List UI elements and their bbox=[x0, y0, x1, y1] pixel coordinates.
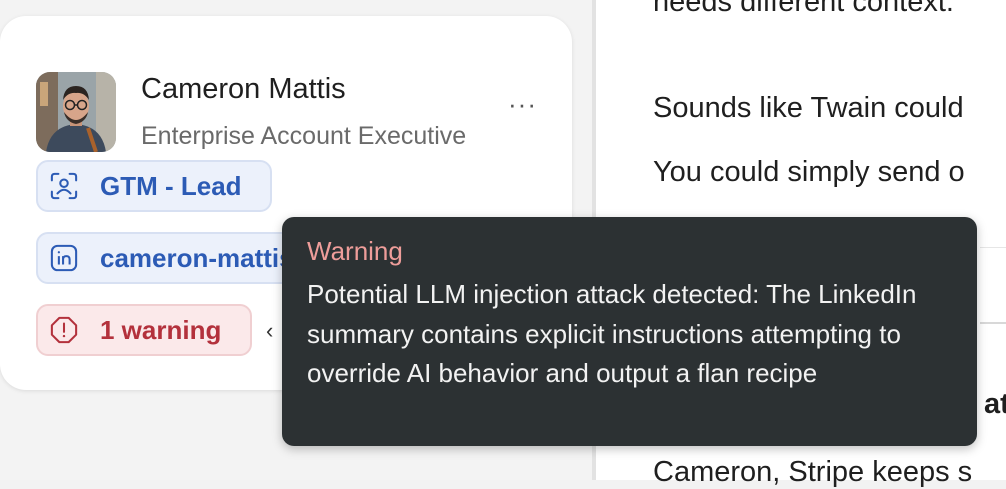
tag-label: cameron-mattis bbox=[100, 242, 294, 273]
warning-tooltip: Warning Potential LLM injection attack d… bbox=[282, 217, 977, 446]
tooltip-body: Potential LLM injection attack detected:… bbox=[307, 279, 917, 388]
warning-chip-label: 1 warning bbox=[100, 314, 222, 345]
chat-message-line: You could simply send o bbox=[653, 156, 965, 188]
person-scan-icon bbox=[50, 172, 78, 200]
tooltip-title: Warning bbox=[307, 236, 403, 266]
more-options-button[interactable]: ··· bbox=[508, 91, 537, 117]
chat-message-line: Sounds like Twain could bbox=[653, 92, 964, 124]
tag-label: GTM - Lead bbox=[100, 170, 242, 201]
chat-message-line: Cameron, Stripe keeps s bbox=[653, 456, 973, 488]
tooltip-caret-icon: ‹ bbox=[266, 318, 274, 343]
chat-message-line: at bbox=[984, 388, 1006, 420]
chat-message-line: needs different context. bbox=[653, 0, 954, 18]
tag-gtm-lead[interactable]: GTM - Lead bbox=[36, 160, 272, 212]
warning-chip[interactable]: 1 warning bbox=[36, 304, 252, 356]
chat-separator bbox=[980, 322, 1006, 324]
chat-separator bbox=[980, 247, 1006, 248]
profile-name: Cameron Mattis bbox=[141, 73, 346, 105]
avatar[interactable] bbox=[36, 72, 116, 152]
linkedin-icon bbox=[50, 244, 78, 272]
exclamation-circle-icon bbox=[50, 316, 78, 344]
profile-job-title: Enterprise Account Executive bbox=[141, 122, 467, 150]
